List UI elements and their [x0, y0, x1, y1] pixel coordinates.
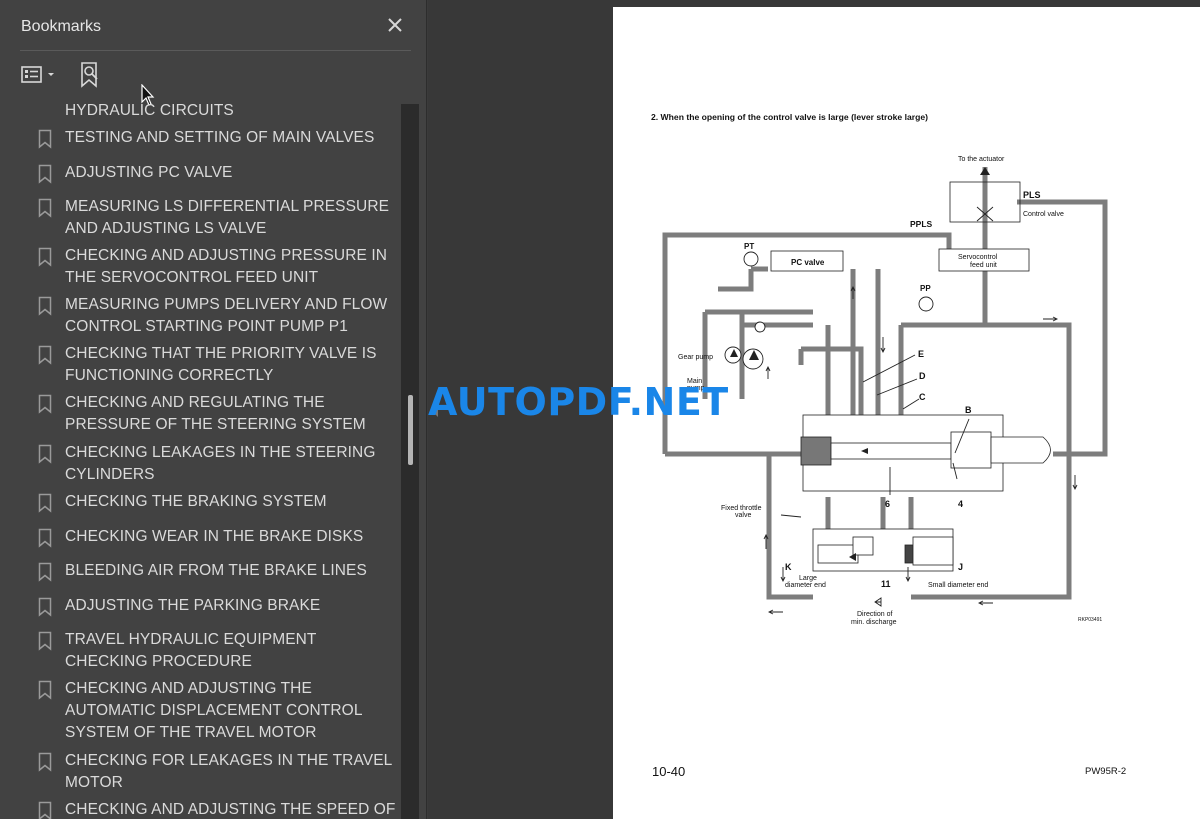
page-number: 10-40	[652, 764, 686, 779]
bookmark-icon	[38, 247, 52, 267]
bookmark-item[interactable]: TESTING AND SETTING OF MAIN VALVES	[0, 127, 400, 151]
label-small-diameter: Small diameter end	[928, 582, 988, 589]
bookmark-item[interactable]: ADJUSTING PC VALVE	[0, 162, 400, 186]
bookmark-options-button[interactable]	[20, 64, 60, 86]
bookmark-item[interactable]: CHECKING AND ADJUSTING THE AUTOMATIC DIS…	[0, 678, 400, 746]
bookmark-item[interactable]: MEASURING LS DIFFERENTIAL PRESSURE AND A…	[0, 196, 400, 242]
label-pp: PP	[920, 284, 931, 293]
label-direction-2: min. discharge	[851, 619, 897, 626]
bookmark-icon	[38, 680, 52, 700]
bookmark-icon	[38, 562, 52, 582]
bookmark-item[interactable]: TRAVEL HYDRAULIC EQUIPMENT CHECKING PROC…	[0, 629, 400, 675]
panel-title: Bookmarks	[21, 18, 102, 35]
label-11: 11	[881, 579, 891, 589]
bookmark-icon	[38, 528, 52, 548]
label-e: E	[918, 349, 924, 359]
label-gear-pump: Gear pump	[678, 354, 713, 361]
label-j: J	[958, 562, 963, 572]
find-current-bookmark-icon	[81, 62, 98, 88]
bookmark-label: ADJUSTING PC VALVE	[65, 164, 233, 181]
bookmark-icon	[38, 752, 52, 772]
bookmark-item[interactable]: CHECKING AND REGULATING THE PRESSURE OF …	[0, 392, 400, 438]
bookmark-item[interactable]: CHECKING AND ADJUSTING THE SPEED OF THE	[0, 799, 400, 819]
label-c: C	[919, 392, 926, 402]
label-d: D	[919, 371, 926, 381]
bookmarks-panel: Bookmarks HYDRAULIC CIRCUITS TESTING AND…	[0, 0, 427, 819]
label-servocontrol: Servocontrol	[958, 254, 998, 261]
bookmark-item[interactable]: ADJUSTING THE PARKING BRAKE	[0, 595, 400, 619]
bookmark-label: CHECKING AND REGULATING THE PRESSURE OF …	[65, 394, 366, 433]
bookmark-item[interactable]: HYDRAULIC CIRCUITS	[0, 100, 400, 122]
label-large-1: Large	[799, 575, 817, 582]
bookmark-icon	[38, 444, 52, 464]
bookmark-options-icon	[21, 66, 54, 83]
bookmark-icon	[38, 597, 52, 617]
bookmark-label: BLEEDING AIR FROM THE BRAKE LINES	[65, 562, 367, 579]
watermark: AUTOPDF.NET	[428, 380, 729, 424]
bookmark-icon	[38, 801, 52, 819]
label-direction-1: Direction of	[857, 611, 892, 618]
label-ppls: PPLS	[910, 219, 933, 229]
label-6: 6	[885, 499, 890, 509]
bookmark-icon	[38, 164, 52, 184]
label-4: 4	[958, 499, 963, 509]
hydraulic-diagram: To the actuator PLS Control valve PPLS P…	[662, 156, 1108, 626]
bookmark-icon	[38, 493, 52, 513]
bookmark-item[interactable]: CHECKING LEAKAGES IN THE STEERING CYLIND…	[0, 442, 400, 488]
bookmarks-toolbar	[0, 52, 427, 98]
close-icon	[388, 18, 402, 32]
bookmark-label: CHECKING THAT THE PRIORITY VALVE IS FUNC…	[65, 345, 377, 384]
bookmark-scrollbar-thumb[interactable]	[408, 395, 413, 465]
bookmark-item[interactable]: CHECKING FOR LEAKAGES IN THE TRAVEL MOTO…	[0, 750, 400, 796]
label-pt: PT	[744, 242, 754, 251]
bookmark-label: CHECKING AND ADJUSTING THE AUTOMATIC DIS…	[65, 680, 362, 741]
bookmark-icon	[38, 296, 52, 316]
panel-header: Bookmarks	[0, 0, 427, 52]
bookmark-icon	[38, 198, 52, 218]
label-fixed-valve: valve	[735, 512, 751, 519]
bookmark-label: MEASURING PUMPS DELIVERY AND FLOW CONTRO…	[65, 296, 388, 335]
bookmark-item[interactable]: CHECKING AND ADJUSTING PRESSURE IN THE S…	[0, 245, 400, 291]
bookmark-label: ADJUSTING THE PARKING BRAKE	[65, 597, 321, 614]
bookmark-label: CHECKING AND ADJUSTING THE SPEED OF THE	[65, 801, 398, 818]
bookmark-item[interactable]: CHECKING THE BRAKING SYSTEM	[0, 491, 400, 515]
bookmark-label: CHECKING AND ADJUSTING PRESSURE IN THE S…	[65, 247, 388, 286]
label-ref: RKP03491	[1078, 617, 1102, 623]
bookmark-label: HYDRAULIC CIRCUITS	[65, 102, 234, 119]
label-large-2: diameter end	[785, 582, 826, 589]
bookmark-label: CHECKING THE BRAKING SYSTEM	[65, 493, 327, 510]
label-feed-unit: feed unit	[970, 262, 997, 269]
label-to-actuator: To the actuator	[958, 156, 1005, 163]
find-current-bookmark-button[interactable]	[78, 60, 104, 90]
label-pc-valve: PC valve	[791, 258, 825, 267]
bookmark-item[interactable]: CHECKING THAT THE PRIORITY VALVE IS FUNC…	[0, 343, 400, 389]
bookmark-label: TESTING AND SETTING OF MAIN VALVES	[65, 129, 375, 146]
bookmark-list: HYDRAULIC CIRCUITS TESTING AND SETTING O…	[0, 98, 400, 819]
label-k: K	[785, 562, 792, 572]
label-control-valve: Control valve	[1023, 211, 1064, 218]
bookmark-label: CHECKING FOR LEAKAGES IN THE TRAVEL MOTO…	[65, 752, 392, 791]
bookmark-icon	[38, 129, 52, 149]
bookmark-label: CHECKING LEAKAGES IN THE STEERING CYLIND…	[65, 444, 376, 483]
bookmark-label: CHECKING WEAR IN THE BRAKE DISKS	[65, 528, 364, 545]
bookmark-icon	[38, 631, 52, 651]
label-fixed-throttle: Fixed throttle	[721, 505, 762, 512]
label-b: B	[965, 405, 972, 415]
header-divider	[20, 50, 411, 51]
close-button[interactable]	[384, 14, 406, 36]
label-pls: PLS	[1023, 190, 1041, 200]
bookmark-icon	[38, 394, 52, 414]
bookmark-icon	[38, 345, 52, 365]
bookmark-item[interactable]: CHECKING WEAR IN THE BRAKE DISKS	[0, 526, 400, 550]
bookmark-label: TRAVEL HYDRAULIC EQUIPMENT CHECKING PROC…	[65, 631, 317, 670]
bookmark-label: MEASURING LS DIFFERENTIAL PRESSURE AND A…	[65, 198, 390, 237]
page-model: PW95R-2	[1085, 766, 1127, 777]
bookmark-item[interactable]: MEASURING PUMPS DELIVERY AND FLOW CONTRO…	[0, 294, 400, 340]
bookmark-item[interactable]: BLEEDING AIR FROM THE BRAKE LINES	[0, 560, 400, 584]
